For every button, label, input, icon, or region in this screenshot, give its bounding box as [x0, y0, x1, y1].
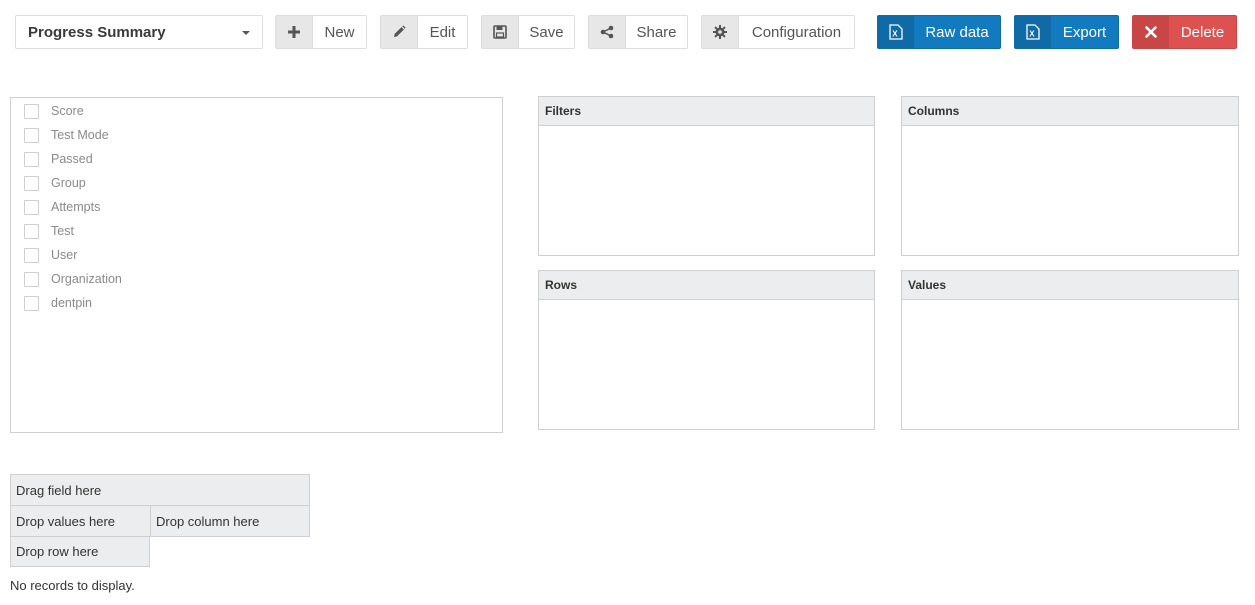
- field-item-group[interactable]: Group: [24, 174, 86, 192]
- empty-message: No records to display.: [10, 578, 135, 593]
- field-checkbox[interactable]: [24, 175, 39, 191]
- field-label: dentpin: [51, 296, 93, 310]
- field-label: User: [51, 248, 78, 262]
- save-button[interactable]: Save: [481, 15, 575, 49]
- field-item-passed[interactable]: Passed: [24, 150, 93, 168]
- edit-button-label: Edit: [429, 23, 456, 41]
- save-button-label: Save: [529, 23, 564, 41]
- field-checkbox[interactable]: [24, 103, 39, 119]
- field-checkbox[interactable]: [24, 127, 39, 143]
- field-label: Test: [51, 224, 74, 238]
- field-label: Passed: [51, 152, 93, 166]
- gear-icon: [702, 16, 739, 48]
- new-button[interactable]: New: [275, 15, 367, 49]
- field-item-organization[interactable]: Organization: [24, 270, 122, 288]
- drop-column-area[interactable]: Drop column here: [150, 505, 310, 537]
- pencil-icon: [381, 16, 418, 48]
- edit-button[interactable]: Edit: [380, 15, 468, 49]
- values-zone[interactable]: Values: [901, 270, 1239, 430]
- field-checkbox[interactable]: [24, 247, 39, 263]
- field-label: Score: [51, 104, 84, 118]
- field-list: Score Test Mode Passed Group Attempts Te…: [10, 97, 503, 433]
- field-item-attempts[interactable]: Attempts: [24, 198, 100, 216]
- field-item-test-mode[interactable]: Test Mode: [24, 126, 109, 144]
- configuration-button[interactable]: Configuration: [701, 15, 855, 49]
- new-button-label: New: [324, 23, 355, 41]
- field-checkbox[interactable]: [24, 151, 39, 167]
- filters-zone-title: Filters: [539, 97, 874, 126]
- field-checkbox[interactable]: [24, 223, 39, 239]
- svg-text:X: X: [892, 30, 898, 39]
- columns-zone-title: Columns: [902, 97, 1238, 126]
- plus-icon: [276, 16, 313, 48]
- share-button[interactable]: Share: [588, 15, 688, 49]
- rows-zone[interactable]: Rows: [538, 270, 875, 430]
- field-item-user[interactable]: User: [24, 246, 77, 264]
- field-label: Organization: [51, 272, 122, 286]
- field-checkbox[interactable]: [24, 271, 39, 287]
- close-icon: [1133, 16, 1169, 48]
- drop-row-area[interactable]: Drop row here: [10, 536, 150, 567]
- field-label: Group: [51, 176, 86, 190]
- delete-button[interactable]: Delete: [1132, 15, 1237, 49]
- svg-text:X: X: [1029, 30, 1035, 39]
- field-label: Test Mode: [51, 128, 109, 142]
- report-select-value: Progress Summary: [28, 23, 166, 41]
- rows-zone-title: Rows: [539, 271, 874, 300]
- field-checkbox[interactable]: [24, 295, 39, 311]
- chevron-down-icon: [242, 31, 250, 35]
- field-item-test[interactable]: Test: [24, 222, 74, 240]
- share-icon: [589, 16, 626, 48]
- report-select[interactable]: Progress Summary: [15, 15, 263, 49]
- columns-zone[interactable]: Columns: [901, 96, 1239, 256]
- filters-zone[interactable]: Filters: [538, 96, 875, 256]
- excel-icon: X: [878, 16, 914, 48]
- floppy-disk-icon: [482, 16, 519, 48]
- raw-data-button-label: Raw data: [925, 23, 989, 41]
- share-button-label: Share: [636, 23, 677, 41]
- field-label: Attempts: [51, 200, 101, 214]
- configuration-button-label: Configuration: [751, 23, 842, 41]
- export-button-label: Export: [1062, 23, 1107, 41]
- drop-values-area[interactable]: Drop values here: [10, 505, 151, 537]
- excel-icon: X: [1015, 16, 1051, 48]
- drag-field-area[interactable]: Drag field here: [10, 474, 310, 506]
- field-item-dentpin[interactable]: dentpin: [24, 294, 92, 312]
- delete-button-label: Delete: [1180, 23, 1225, 41]
- field-checkbox[interactable]: [24, 199, 39, 215]
- export-button[interactable]: X Export: [1014, 15, 1119, 49]
- raw-data-button[interactable]: X Raw data: [877, 15, 1001, 49]
- field-item-score[interactable]: Score: [24, 102, 84, 120]
- values-zone-title: Values: [902, 271, 1238, 300]
